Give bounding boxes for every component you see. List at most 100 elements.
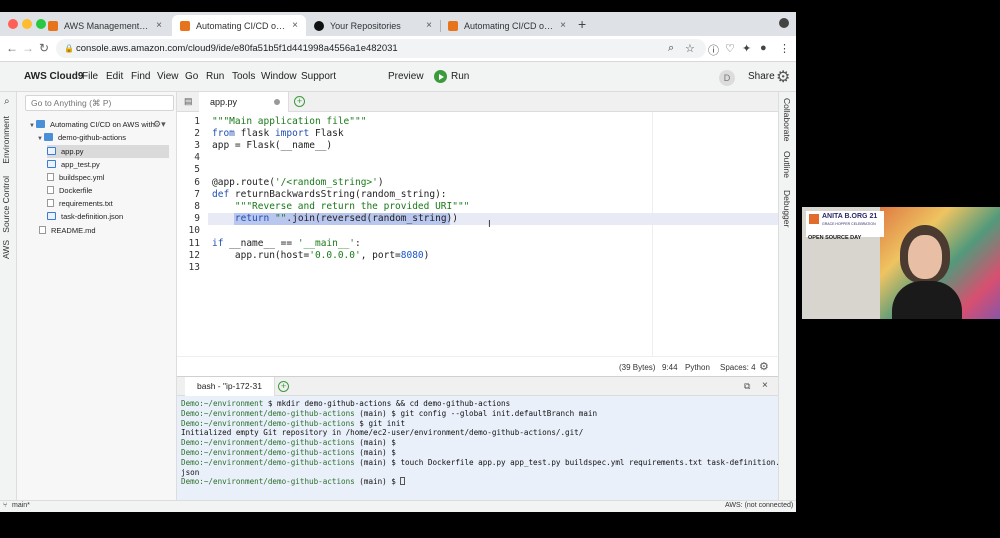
source-control-panel-tab[interactable]: Source Control [1,176,11,233]
cloud9-menu[interactable]: AWS Cloud9 [24,71,83,82]
aws-connection-status[interactable]: AWS: (not connected) [725,502,793,509]
folder-icon [44,133,53,141]
outline-panel-tab[interactable]: Outline [782,151,792,178]
event-logo: ANITA B.ORG 21 GRACE HOPPER CELEBRATION [806,211,884,237]
browser-tab-aws-console[interactable]: AWS Management Console × [40,15,170,36]
back-arrow-icon[interactable]: ← [6,41,18,55]
tree-file-requirements[interactable]: requirements.txt [47,197,169,210]
preview-button[interactable]: Preview [388,71,424,82]
tab-search-icon[interactable] [779,18,789,28]
close-window-button[interactable] [8,19,18,29]
tree-folder[interactable]: ▼ demo-github-actions [37,131,175,144]
new-editor-tab-plus-icon[interactable]: + [294,96,305,107]
reload-icon[interactable]: ↻ [39,41,49,55]
line-number: 1 [194,116,200,127]
url-field[interactable]: 🔒 console.aws.amazon.com/cloud9/ide/e80f… [56,39,706,58]
terminal-command: $ mkdir demo-github-actions && cd demo-g… [263,399,511,408]
search-icon[interactable]: ⌕ [4,96,10,107]
editor-settings-gear-icon[interactable]: ⚙ [759,360,769,373]
menu-edit[interactable]: Edit [106,71,123,82]
menu-run[interactable]: Run [206,71,224,82]
language-mode[interactable]: Python [685,363,710,372]
info-icon[interactable]: ⓘ [708,42,719,58]
menu-view[interactable]: View [157,71,179,82]
tree-file-app-py[interactable]: app.py [47,145,169,158]
terminal-prompt: Demo:~/environment/demo-github-actions [181,477,355,487]
terminal-line: Demo:~/environment/demo-github-actions (… [181,438,774,448]
github-icon [314,20,324,31]
tree-file-readme[interactable]: README.md [39,224,169,237]
tab-list-icon[interactable]: ▤ [184,96,193,107]
menu-file[interactable]: File [82,71,98,82]
tree-file-buildspec[interactable]: buildspec.yml [47,171,169,184]
forward-arrow-icon[interactable]: → [22,41,34,55]
preferences-gear-icon[interactable]: ⚙ [776,67,790,87]
terminal-cursor [400,477,406,486]
minimize-window-button[interactable] [22,19,32,29]
indent-setting[interactable]: Spaces: 4 [720,363,756,372]
menu-support[interactable]: Support [301,71,336,82]
terminal-output[interactable]: Demo:~/environment $ mkdir demo-github-a… [177,396,778,510]
more-menu-icon[interactable]: ⋮ [779,42,790,55]
code-line: return "".join(reversed(random_string)) [234,213,458,224]
tree-settings-gear-icon[interactable]: ⚙▾ [153,119,166,130]
zoom-icon[interactable]: ⌕ [668,42,674,55]
close-panel-icon[interactable]: × [762,380,768,391]
file-label: requirements.txt [59,199,113,208]
debugger-panel-tab[interactable]: Debugger [782,190,792,227]
git-branch-label[interactable]: main* [12,502,30,509]
close-icon[interactable]: × [292,20,298,31]
browser-tab-cicd-active[interactable]: Automating CI/CD on AWS wit × [172,15,306,36]
line-number: 10 [188,225,200,236]
pocket-icon[interactable]: ♡ [725,42,735,55]
line-number: 9 [194,213,200,224]
code-line: app.run(host='0.0.0.0', port=8080) [212,250,430,261]
line-number: 6 [194,177,200,188]
unsaved-dot-icon[interactable] [274,99,280,105]
close-icon[interactable]: × [560,20,566,31]
aws-icon [48,20,58,31]
file-icon [39,226,46,234]
terminal-command: (main) $ [354,477,401,487]
cursor-position[interactable]: 9:44 [662,363,678,372]
tree-file-app-test-py[interactable]: app_test.py [47,158,169,171]
browser-tab-strip: AWS Management Console × Automating CI/C… [0,12,796,36]
profile-icon[interactable]: ● [760,42,767,54]
maximize-panel-icon[interactable]: ⧉ [744,381,750,392]
code-line: """Reverse and return the provided URI""… [234,201,470,212]
run-button[interactable]: Run [451,71,469,82]
run-play-icon[interactable] [434,70,447,83]
line-number: 4 [194,152,200,163]
browser-tab-cicd-2[interactable]: Automating CI/CD on AWS wit × [440,15,574,36]
close-icon[interactable]: × [426,20,432,31]
bookmark-star-icon[interactable]: ☆ [685,42,695,55]
terminal-prompt: Demo:~/environment/demo-github-actions [181,438,355,448]
menu-tools[interactable]: Tools [232,71,255,82]
new-tab-button[interactable]: + [578,16,586,32]
editor-tab-app-py[interactable]: app.py [199,92,289,112]
avatar[interactable]: D [719,70,735,86]
browser-tab-repositories[interactable]: Your Repositories × [306,15,440,36]
new-terminal-plus-icon[interactable]: + [278,381,289,392]
terminal-tab-bar: bash - "ip-172-31 + ⧉ × [177,376,778,396]
menu-go[interactable]: Go [185,71,198,82]
collaborate-panel-tab[interactable]: Collaborate [782,98,792,141]
aws-panel-tab[interactable]: AWS [1,240,11,259]
menu-find[interactable]: Find [131,71,150,82]
tree-file-dockerfile[interactable]: Dockerfile [47,184,169,197]
code-editor[interactable]: 1 2 3 4 5 6 7 8 9 10 11 12 13 """Main ap… [177,112,778,356]
environment-panel-tab[interactable]: Environment [1,116,11,164]
file-label: app_test.py [61,160,100,169]
tree-root-label: Automating CI/CD on AWS with [50,120,155,129]
terminal-tab-bash[interactable]: bash - "ip-172-31 [185,377,275,396]
terminal-line: Demo:~/environment/demo-github-actions $… [181,419,774,429]
extensions-puzzle-icon[interactable]: ✦ [742,42,751,55]
go-to-anything-input[interactable] [25,95,174,111]
ide-menubar: AWS Cloud9 File Edit Find View Go Run To… [0,62,796,92]
tree-file-task-definition[interactable]: task-definition.json [47,210,169,223]
terminal-prompt: Demo:~/environment/demo-github-actions [181,418,355,428]
share-button[interactable]: Share [748,71,775,82]
close-icon[interactable]: × [156,20,162,31]
menu-window[interactable]: Window [261,71,297,82]
presenter-face [908,235,942,279]
